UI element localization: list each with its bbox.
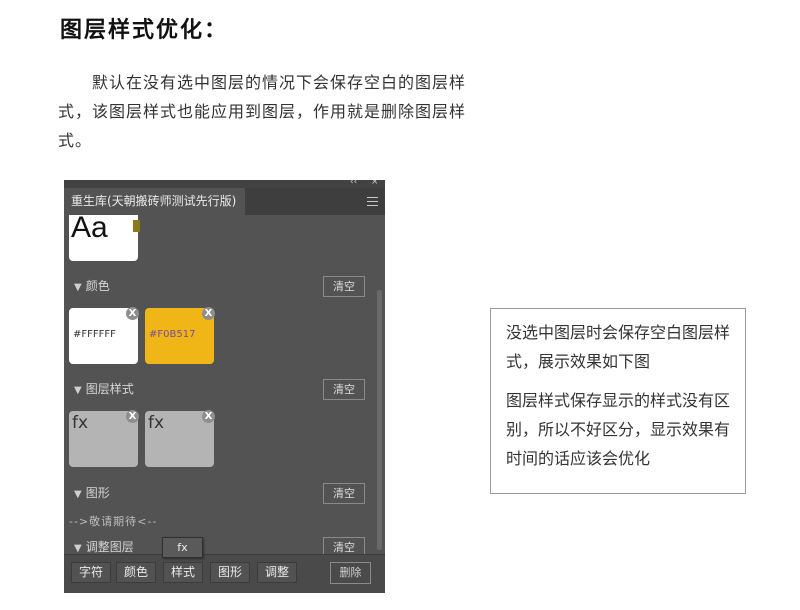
section-layer-style-title[interactable]: ▼ 图层样式 xyxy=(74,380,134,397)
bottom-tab-bar: 字符 颜色 样式 图形 调整 删除 xyxy=(64,554,385,593)
fx-tooltip: fx xyxy=(162,537,203,558)
remove-swatch-icon[interactable]: X xyxy=(202,307,215,320)
tab-text[interactable]: 字符 xyxy=(71,562,112,583)
delete-button[interactable]: 删除 xyxy=(330,562,371,584)
style-card[interactable]: fx X xyxy=(145,410,215,467)
clear-color-button[interactable]: 清空 xyxy=(323,276,365,297)
text-preview-card[interactable]: Aa xyxy=(69,211,140,261)
panel-scrollbar[interactable] xyxy=(377,290,382,550)
intro-text: 默认在没有选中图层的情况下会保存空白的图层样式，该图层样式也能应用到图层，作用就… xyxy=(58,73,467,150)
color-marker xyxy=(133,220,140,232)
tab-shape[interactable]: 图形 xyxy=(210,562,251,583)
panel-tab-row: 重生库(天朝搬砖师测试先行版) xyxy=(64,188,385,215)
clear-shape-button[interactable]: 清空 xyxy=(323,483,365,504)
tab-color[interactable]: 颜色 xyxy=(116,562,157,583)
collapse-triangle-icon: ▼ xyxy=(74,385,82,396)
tab-style[interactable]: 样式 xyxy=(163,562,204,583)
remove-swatch-icon[interactable]: X xyxy=(126,307,139,320)
preview-text: Aa xyxy=(71,211,108,244)
swatch-hex-label: #F0B517 xyxy=(149,329,196,340)
remove-style-icon[interactable]: X xyxy=(202,410,215,423)
collapse-triangle-icon: ▼ xyxy=(74,543,82,554)
collapse-icon[interactable]: ‹‹ xyxy=(350,180,357,187)
panel-topbar: ‹‹ × xyxy=(64,180,385,188)
clear-style-button[interactable]: 清空 xyxy=(323,379,365,400)
note-paragraph-1: 没选中图层时会保存空白图层样式，展示效果如下图 xyxy=(506,323,731,371)
collapse-triangle-icon: ▼ xyxy=(74,282,82,293)
library-panel: ‹‹ × 重生库(天朝搬砖师测试先行版) Aa ▼ 颜色 清空 #FFFFFF X… xyxy=(64,180,385,593)
swatch-hex-label: #FFFFFF xyxy=(73,329,116,340)
note-paragraph-2: 图层样式保存显示的样式没有区别，所以不好区分，显示效果有时间的话应该会优化 xyxy=(506,391,731,468)
section-color-title[interactable]: ▼ 颜色 xyxy=(74,277,110,294)
remove-style-icon[interactable]: X xyxy=(126,410,139,423)
style-card[interactable]: fx X xyxy=(69,410,139,467)
swatch-yellow[interactable]: #F0B517 X xyxy=(145,307,215,364)
intro-paragraph: 默认在没有选中图层的情况下会保存空白的图层样式，该图层样式也能应用到图层，作用就… xyxy=(58,68,488,155)
section-adjustment-title[interactable]: ▼ 调整图层 xyxy=(74,538,134,555)
tab-adjustment[interactable]: 调整 xyxy=(257,562,298,583)
note-box: 没选中图层时会保存空白图层样式，展示效果如下图 图层样式保存显示的样式没有区别，… xyxy=(490,308,746,494)
page-heading: 图层样式优化： xyxy=(60,18,229,43)
coming-soon-text: -->敬请期待<-- xyxy=(69,515,158,528)
collapse-triangle-icon: ▼ xyxy=(74,489,82,500)
swatch-white[interactable]: #FFFFFF X xyxy=(69,307,139,364)
fx-icon: fx xyxy=(72,413,89,433)
close-panel-icon[interactable]: × xyxy=(371,180,379,187)
panel-menu-icon[interactable] xyxy=(367,197,378,206)
section-shape-title[interactable]: ▼ 图形 xyxy=(74,484,110,501)
fx-icon: fx xyxy=(148,413,165,433)
